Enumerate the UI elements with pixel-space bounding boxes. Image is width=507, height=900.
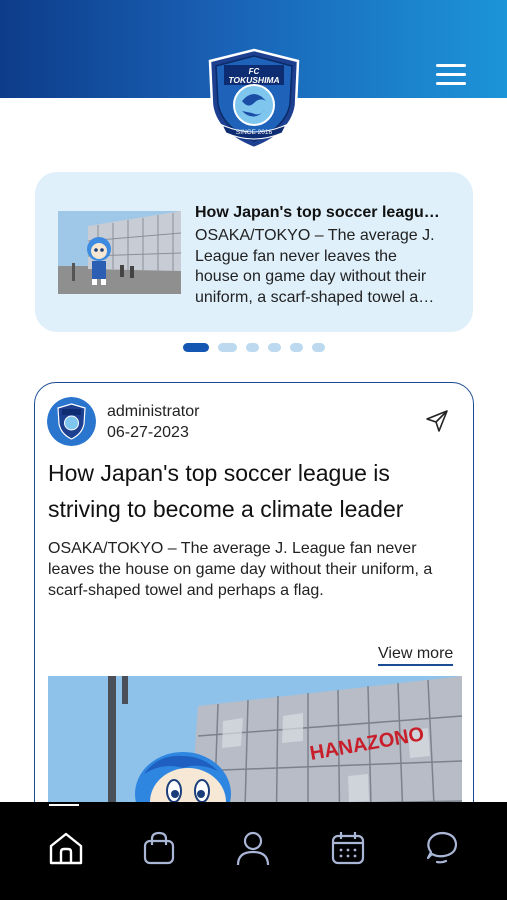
profile-icon: [236, 831, 270, 866]
shopping-bag-icon: [143, 831, 175, 865]
view-more-link[interactable]: View more: [378, 645, 454, 666]
tab-profile[interactable]: [233, 828, 273, 868]
author-avatar[interactable]: [47, 397, 96, 446]
carousel-dot-2[interactable]: [218, 342, 237, 352]
chat-icon: [426, 831, 458, 864]
post-body: OSAKA/TOKYO – The average J. League fan …: [48, 540, 433, 599]
fc-tokushima-crest-icon[interactable]: FC TOKUSHIMA SINCE 2016: [202, 47, 306, 151]
carousel-dot-6[interactable]: [312, 342, 325, 352]
carousel-dot-4[interactable]: [268, 342, 281, 352]
carousel-dot-3[interactable]: [246, 342, 259, 352]
menu-line: [436, 73, 466, 76]
menu-line: [436, 82, 466, 85]
tab-shop[interactable]: [139, 828, 179, 868]
featured-news-description: OSAKA/TOKYO – The average J. League fan …: [195, 227, 437, 306]
svg-text:TOKUSHIMA: TOKUSHIMA: [228, 75, 279, 85]
post-title[interactable]: How Japan's top soccer league is strivin…: [48, 455, 463, 527]
active-tab-indicator: [49, 804, 79, 806]
post-author: administrator: [107, 403, 200, 420]
menu-line: [436, 64, 466, 67]
bottom-tab-bar: [0, 802, 507, 900]
carousel-dot-1[interactable]: [183, 342, 209, 352]
featured-news-title: How Japan's top soccer league is strivin…: [195, 204, 445, 221]
calendar-icon: [331, 832, 365, 865]
post-date: 06-27-2023: [107, 424, 189, 441]
carousel-dot-5[interactable]: [290, 342, 303, 352]
carousel-pagination: [183, 342, 334, 352]
tab-calendar[interactable]: [328, 828, 368, 868]
share-send-icon[interactable]: [425, 409, 449, 433]
featured-news-thumbnail: [58, 211, 181, 294]
home-icon: [49, 832, 83, 865]
tab-home[interactable]: [46, 828, 86, 868]
hamburger-menu-button[interactable]: [436, 64, 466, 88]
tab-chat[interactable]: [422, 828, 462, 868]
svg-text:SINCE 2016: SINCE 2016: [236, 129, 273, 136]
news-post-card: administrator 06-27-2023 How Japan's top…: [34, 382, 474, 842]
featured-news-card[interactable]: How Japan's top soccer league is strivin…: [35, 172, 473, 332]
